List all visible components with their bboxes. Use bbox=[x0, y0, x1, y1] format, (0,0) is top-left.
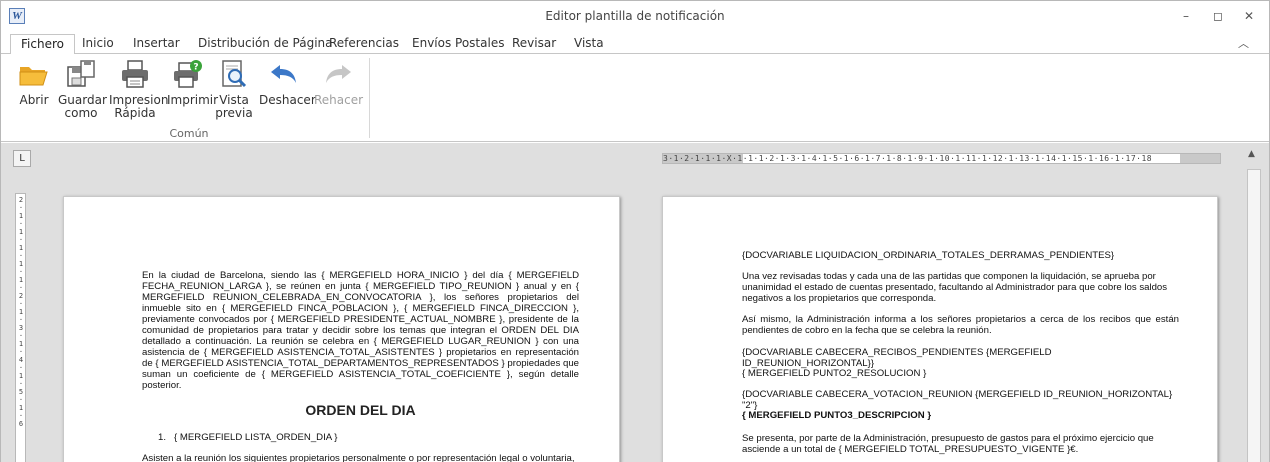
ribbon: Abrir Guardar como Impresion Rápida ? Im… bbox=[1, 54, 1269, 142]
page1-attendees-paragraph[interactable]: Asisten a la reunión los siguientes prop… bbox=[142, 453, 579, 462]
quick-print-button[interactable]: Impresion Rápida bbox=[109, 58, 168, 120]
document-area: L 3·1·2·1·1·1·X·1·1·1·2·1·3·1·4·1·5·1·6·… bbox=[1, 143, 1269, 462]
tab-distribucion-pagina[interactable]: Distribución de Página bbox=[198, 34, 333, 55]
tab-stop-selector[interactable]: L bbox=[13, 150, 31, 167]
undo-button[interactable]: Deshacer bbox=[259, 58, 316, 107]
ribbon-group-separator bbox=[369, 58, 370, 138]
save-as-button[interactable]: Guardar como bbox=[58, 58, 107, 120]
redo-label: Rehacer bbox=[314, 93, 364, 107]
tab-referencias[interactable]: Referencias bbox=[329, 34, 399, 55]
redo-icon bbox=[322, 58, 354, 90]
vertical-ruler[interactable]: 2·1·1·1·1·1·2·1·3·1·4·1·5·1·6 bbox=[15, 193, 26, 462]
page2-paragraph-recibos[interactable]: Así mismo, la Administración informa a l… bbox=[742, 314, 1179, 336]
page2-paragraph-revision[interactable]: Una vez revisadas todas y cada una de la… bbox=[742, 271, 1179, 304]
page2-paragraph-presupuesto[interactable]: Se presenta, por parte de la Administrac… bbox=[742, 433, 1179, 455]
page1-list-item[interactable]: 1. { MERGEFIELD LISTA_ORDEN_DIA } bbox=[158, 432, 338, 443]
open-button[interactable]: Abrir bbox=[15, 58, 53, 107]
document-page-1[interactable]: En la ciudad de Barcelona, siendo las { … bbox=[63, 196, 620, 462]
svg-text:?: ? bbox=[193, 63, 198, 73]
tab-fichero[interactable]: Fichero bbox=[10, 34, 75, 55]
list-text: { MERGEFIELD LISTA_ORDEN_DIA } bbox=[174, 432, 338, 443]
tab-inicio[interactable]: Inicio bbox=[82, 34, 114, 55]
editor-window: W Editor plantilla de notificación – ◻ ✕… bbox=[0, 0, 1270, 462]
collapse-ribbon-icon[interactable]: ︿ bbox=[1238, 35, 1249, 51]
undo-label: Deshacer bbox=[259, 93, 316, 107]
page2-line-punto2[interactable]: { MERGEFIELD PUNTO2_RESOLUCION } bbox=[742, 368, 1179, 379]
minimize-button[interactable]: – bbox=[1175, 7, 1197, 25]
list-number: 1. bbox=[158, 432, 167, 443]
scroll-up-arrow-icon[interactable]: ▲ bbox=[1248, 149, 1255, 159]
print-preview-button[interactable]: Vista previa bbox=[215, 58, 253, 120]
horizontal-ruler[interactable]: 3·1·2·1·1·1·X·1·1·1·2·1·3·1·4·1·5·1·6·1·… bbox=[662, 153, 1221, 164]
tab-envios-postales[interactable]: Envíos Postales bbox=[412, 34, 504, 55]
ribbon-group-comun-label: Común bbox=[169, 127, 209, 140]
page2-line-votacion[interactable]: {DOCVARIABLE CABECERA_VOTACION_REUNION {… bbox=[742, 389, 1179, 411]
print-button[interactable]: ? Imprimir bbox=[167, 58, 219, 107]
quick-print-icon bbox=[119, 58, 151, 90]
vertical-scrollbar[interactable]: ▲ bbox=[1246, 149, 1262, 462]
tab-vista[interactable]: Vista bbox=[574, 34, 604, 55]
save-as-icon bbox=[65, 58, 97, 90]
tab-revisar[interactable]: Revisar bbox=[512, 34, 556, 55]
scrollbar-thumb[interactable] bbox=[1247, 169, 1261, 462]
print-label: Imprimir bbox=[167, 93, 219, 107]
page2-line-liquidacion[interactable]: {DOCVARIABLE LIQUIDACION_ORDINARIA_TOTAL… bbox=[742, 250, 1179, 261]
open-label: Abrir bbox=[19, 93, 49, 107]
page1-heading[interactable]: ORDEN DEL DIA bbox=[142, 402, 579, 418]
page2-line-recibos-pendientes[interactable]: {DOCVARIABLE CABECERA_RECIBOS_PENDIENTES… bbox=[742, 347, 1179, 369]
horizontal-ruler-ticks: 3·1·2·1·1·1·X·1·1·1·2·1·3·1·4·1·5·1·6·1·… bbox=[663, 154, 1153, 163]
close-button[interactable]: ✕ bbox=[1238, 7, 1260, 25]
title-bar: W Editor plantilla de notificación – ◻ ✕ bbox=[1, 1, 1269, 31]
quick-print-label-line2: Rápida bbox=[114, 106, 156, 120]
document-page-2[interactable]: {DOCVARIABLE LIQUIDACION_ORDINARIA_TOTAL… bbox=[662, 196, 1218, 462]
print-preview-label-line2: previa bbox=[215, 106, 253, 120]
page2-line-punto3[interactable]: { MERGEFIELD PUNTO3_DESCRIPCION } bbox=[742, 410, 1179, 421]
vertical-ruler-ticks: 2·1·1·1·1·1·2·1·3·1·4·1·5·1·6 bbox=[18, 196, 24, 428]
window-title: Editor plantilla de notificación bbox=[545, 9, 725, 23]
print-preview-icon bbox=[218, 58, 250, 90]
folder-open-icon bbox=[18, 58, 50, 90]
tab-insertar[interactable]: Insertar bbox=[133, 34, 180, 55]
maximize-button[interactable]: ◻ bbox=[1207, 7, 1229, 25]
save-as-label-line2: como bbox=[64, 106, 98, 120]
page1-intro-paragraph[interactable]: En la ciudad de Barcelona, siendo las { … bbox=[142, 270, 579, 391]
undo-icon bbox=[268, 58, 300, 90]
ribbon-tabs: Fichero Inicio Insertar Distribución de … bbox=[1, 31, 1269, 55]
print-icon: ? bbox=[172, 58, 204, 90]
redo-button[interactable]: Rehacer bbox=[314, 58, 364, 107]
